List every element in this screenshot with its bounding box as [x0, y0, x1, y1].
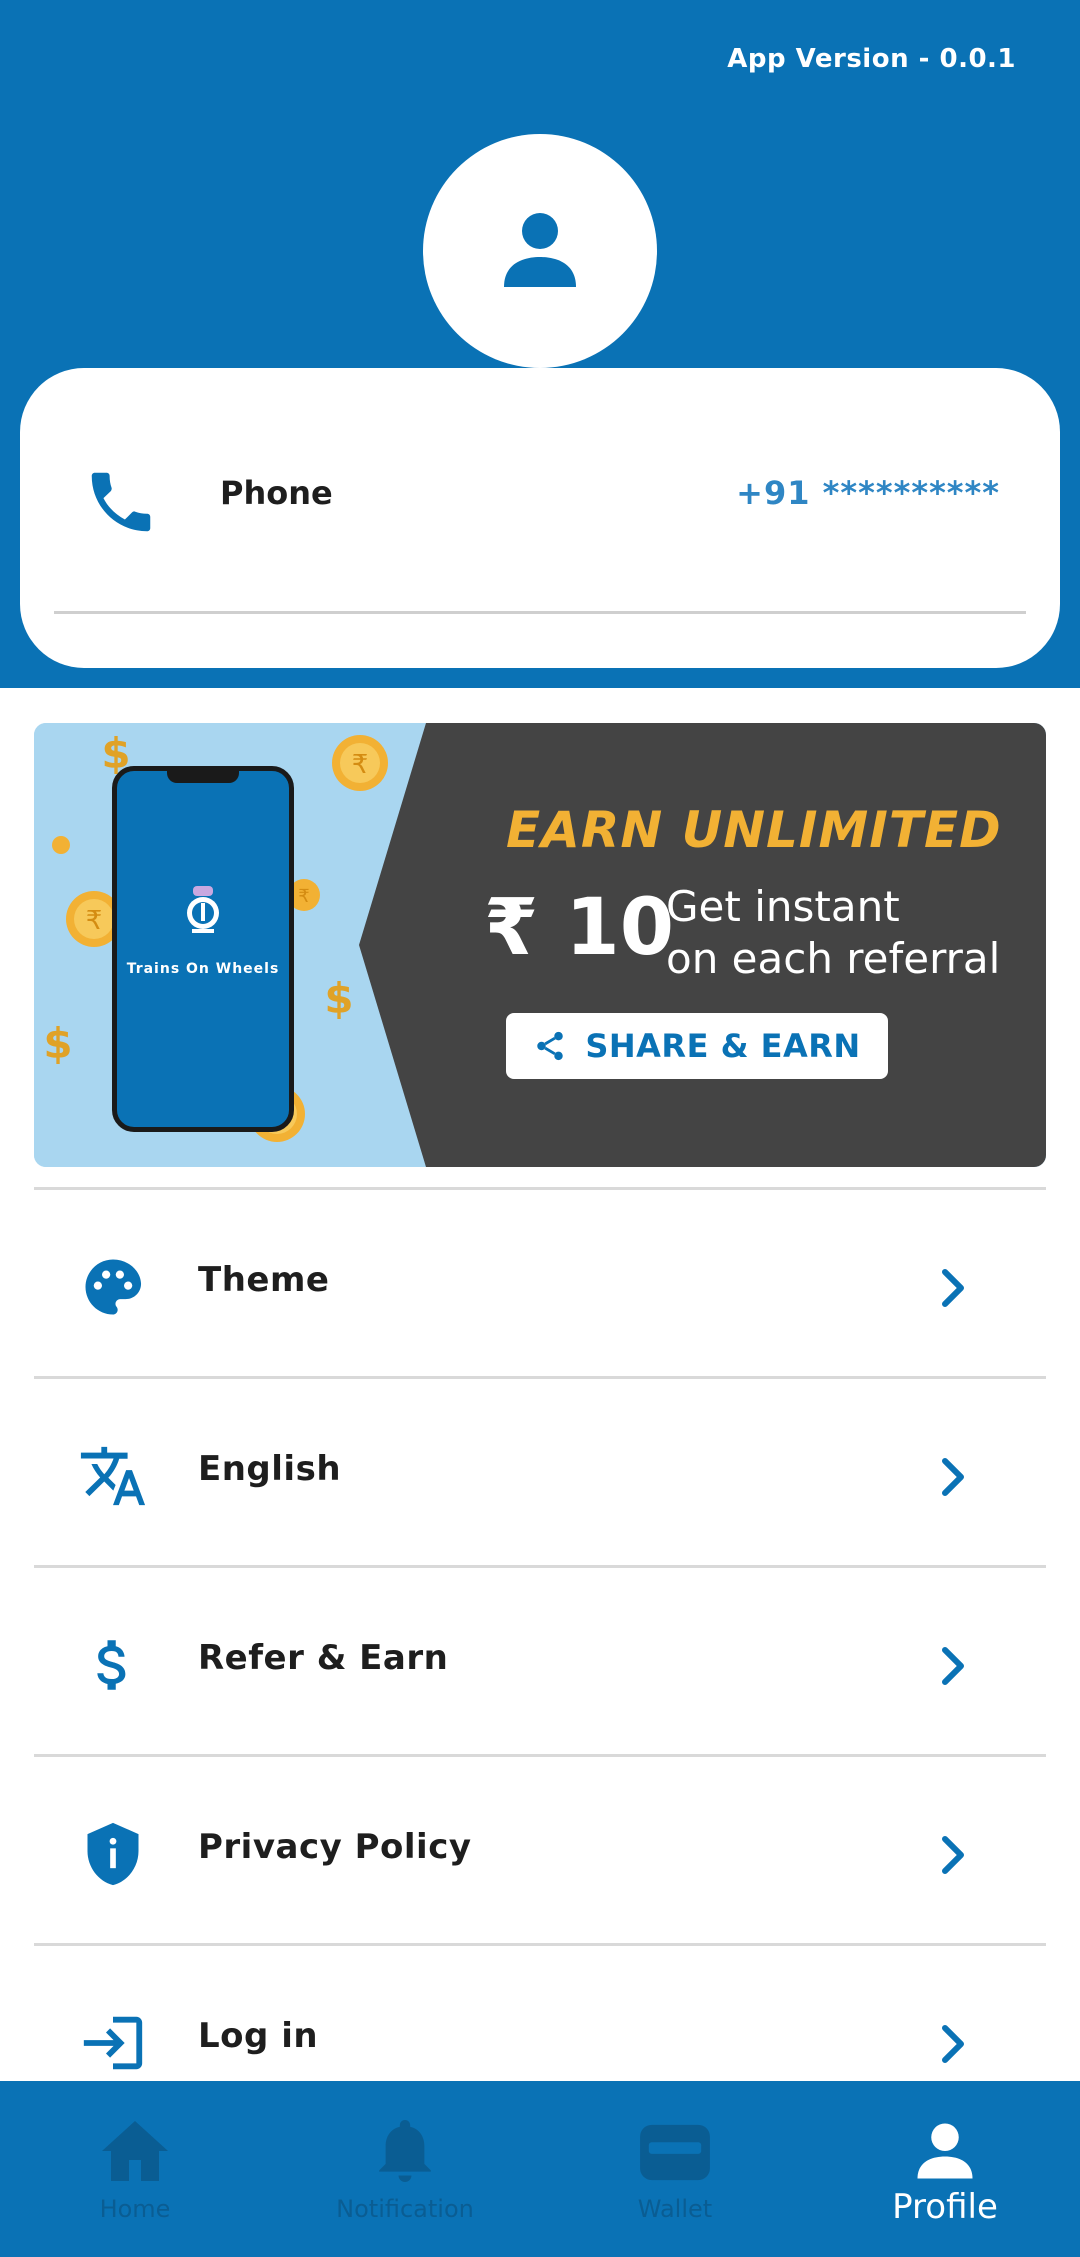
menu-label: Privacy Policy: [198, 1827, 472, 1867]
phone-card: Phone +91 **********: [20, 368, 1060, 668]
shield-info-icon: [78, 1819, 148, 1889]
bottom-navigation: Home Notification Wallet Profile: [0, 2081, 1080, 2257]
settings-menu: Theme English Refer & Earn Privacy Polic…: [34, 1187, 1046, 2132]
train-logo: [187, 886, 219, 933]
profile-header: App Version - 0.0.1 Phone +91 **********: [0, 0, 1080, 688]
nav-item-notification[interactable]: Notification: [270, 2081, 540, 2257]
nav-label: Home: [99, 2195, 171, 2223]
phone-label: Phone: [220, 474, 333, 512]
nav-item-wallet[interactable]: Wallet: [540, 2081, 810, 2257]
chevron-right-icon: [942, 1458, 964, 1496]
share-earn-button[interactable]: SHARE & EARN: [506, 1013, 888, 1079]
menu-label: Refer & Earn: [198, 1638, 449, 1678]
chevron-right-icon: [942, 1647, 964, 1685]
bell-icon: [365, 2115, 445, 2187]
phone-icon: [91, 472, 151, 532]
nav-item-home[interactable]: Home: [0, 2081, 270, 2257]
translate-icon: [78, 1441, 148, 1511]
svg-text:₹: ₹: [352, 750, 369, 780]
svg-text:₹: ₹: [298, 886, 309, 907]
nav-label: Profile: [892, 2187, 998, 2227]
app-version-label: App Version - 0.0.1: [727, 44, 1016, 74]
menu-label: Theme: [198, 1260, 330, 1300]
earn-unlimited-title: EARN UNLIMITED: [506, 801, 1002, 859]
referral-banner[interactable]: ₹ ₹ ₹ ₹ $ $ $ Trains On Wheels EARN UNLI…: [34, 723, 1046, 1167]
menu-item-theme[interactable]: Theme: [34, 1187, 1046, 1376]
menu-item-privacy-policy[interactable]: Privacy Policy: [34, 1754, 1046, 1943]
person-icon: [905, 2115, 985, 2187]
login-icon: [78, 2008, 148, 2078]
phone-value: +91 **********: [736, 474, 1000, 512]
chevron-right-icon: [942, 1836, 964, 1874]
app-name: Trains On Wheels: [126, 961, 280, 977]
coin-icon: ₹: [332, 735, 388, 791]
menu-item-language[interactable]: English: [34, 1376, 1046, 1565]
nav-label: Notification: [336, 2195, 474, 2223]
svg-text:$: $: [324, 974, 353, 1023]
divider: [54, 611, 1026, 614]
referral-description: Get instant on each referral: [666, 882, 1001, 983]
menu-label: English: [198, 1449, 342, 1489]
share-earn-label: SHARE & EARN: [585, 1027, 861, 1065]
home-icon: [95, 2115, 175, 2187]
referral-amount: ₹ 10: [484, 883, 674, 973]
svg-text:₹: ₹: [86, 906, 103, 936]
nav-label: Wallet: [637, 2195, 713, 2223]
phone-mockup: Trains On Wheels: [112, 766, 294, 1132]
person-icon: [504, 213, 576, 287]
share-icon: [537, 1031, 564, 1061]
menu-item-refer-earn[interactable]: Refer & Earn: [34, 1565, 1046, 1754]
menu-label: Log in: [198, 2016, 319, 2056]
avatar[interactable]: [423, 134, 657, 368]
chevron-right-icon: [942, 1269, 964, 1307]
palette-icon: [78, 1252, 148, 1322]
svg-text:$: $: [43, 1019, 72, 1068]
chevron-right-icon: [942, 2025, 964, 2063]
dollar-icon: [78, 1630, 148, 1700]
wallet-icon: [635, 2115, 715, 2187]
nav-item-profile[interactable]: Profile: [810, 2081, 1080, 2257]
